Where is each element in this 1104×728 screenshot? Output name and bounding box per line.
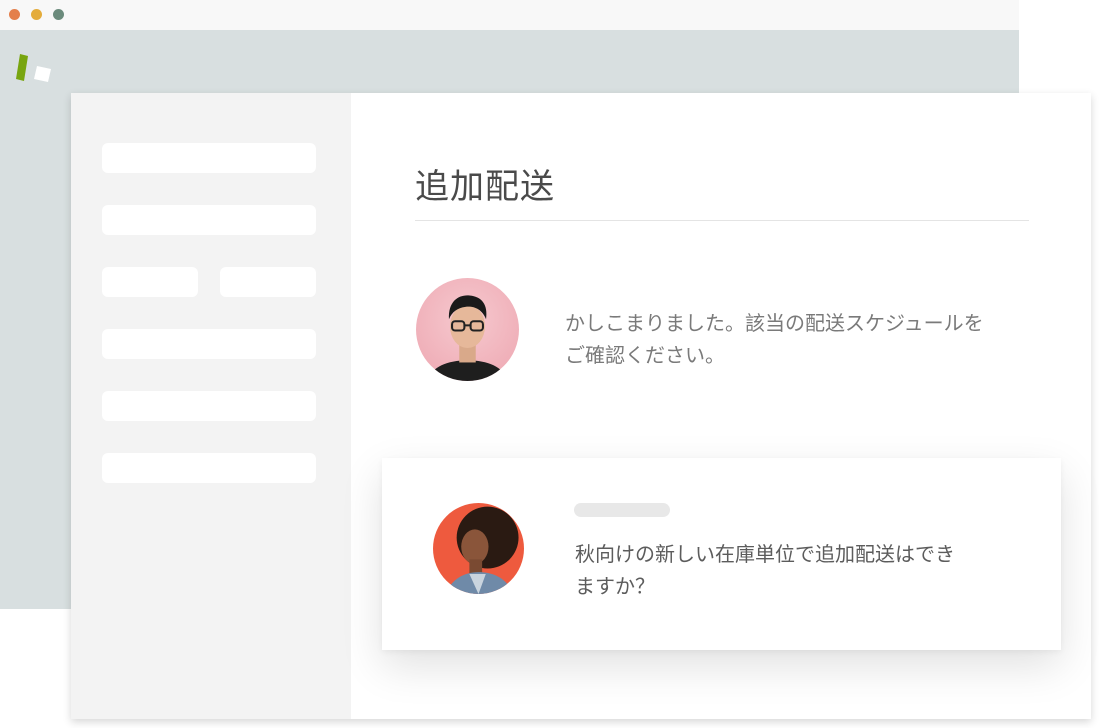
screen: 追加配送 かしこまりました。該当の配送スケジュールを ご確認ください。 秋向けの… xyxy=(0,0,1104,728)
sidebar-placeholder-2 xyxy=(102,205,316,235)
customer-message-text: 秋向けの新しい在庫単位で追加配送はでき ますか？ xyxy=(575,538,1015,602)
sidebar xyxy=(71,93,351,719)
agent-avatar xyxy=(416,278,519,381)
page-title: 追加配送 xyxy=(415,167,555,207)
sidebar-placeholder-4 xyxy=(102,329,316,359)
title-divider xyxy=(415,220,1029,221)
customer-avatar xyxy=(433,503,524,594)
sidebar-placeholder-1 xyxy=(102,143,316,173)
customer-message-line-2: ますか？ xyxy=(575,574,655,598)
sidebar-placeholder-3b xyxy=(220,267,316,297)
brand-logo-icon[interactable] xyxy=(16,52,56,86)
customer-message-line-1: 秋向けの新しい在庫単位で追加配送はでき xyxy=(575,542,955,566)
agent-message-text: かしこまりました。該当の配送スケジュールを ご確認ください。 xyxy=(565,307,1005,371)
maximize-window-button[interactable] xyxy=(53,9,64,20)
agent-message-line-1: かしこまりました。該当の配送スケジュールを xyxy=(565,311,984,335)
agent-message-line-2: ご確認ください。 xyxy=(565,343,725,367)
window-titlebar xyxy=(0,0,1019,30)
minimize-window-button[interactable] xyxy=(31,9,42,20)
close-window-button[interactable] xyxy=(9,9,20,20)
incoming-message-card[interactable]: 秋向けの新しい在庫単位で追加配送はでき ますか？ xyxy=(382,458,1061,650)
sidebar-placeholder-3a xyxy=(102,267,198,297)
sender-name-placeholder xyxy=(574,503,670,517)
sidebar-placeholder-5 xyxy=(102,391,316,421)
sidebar-placeholder-6 xyxy=(102,453,316,483)
